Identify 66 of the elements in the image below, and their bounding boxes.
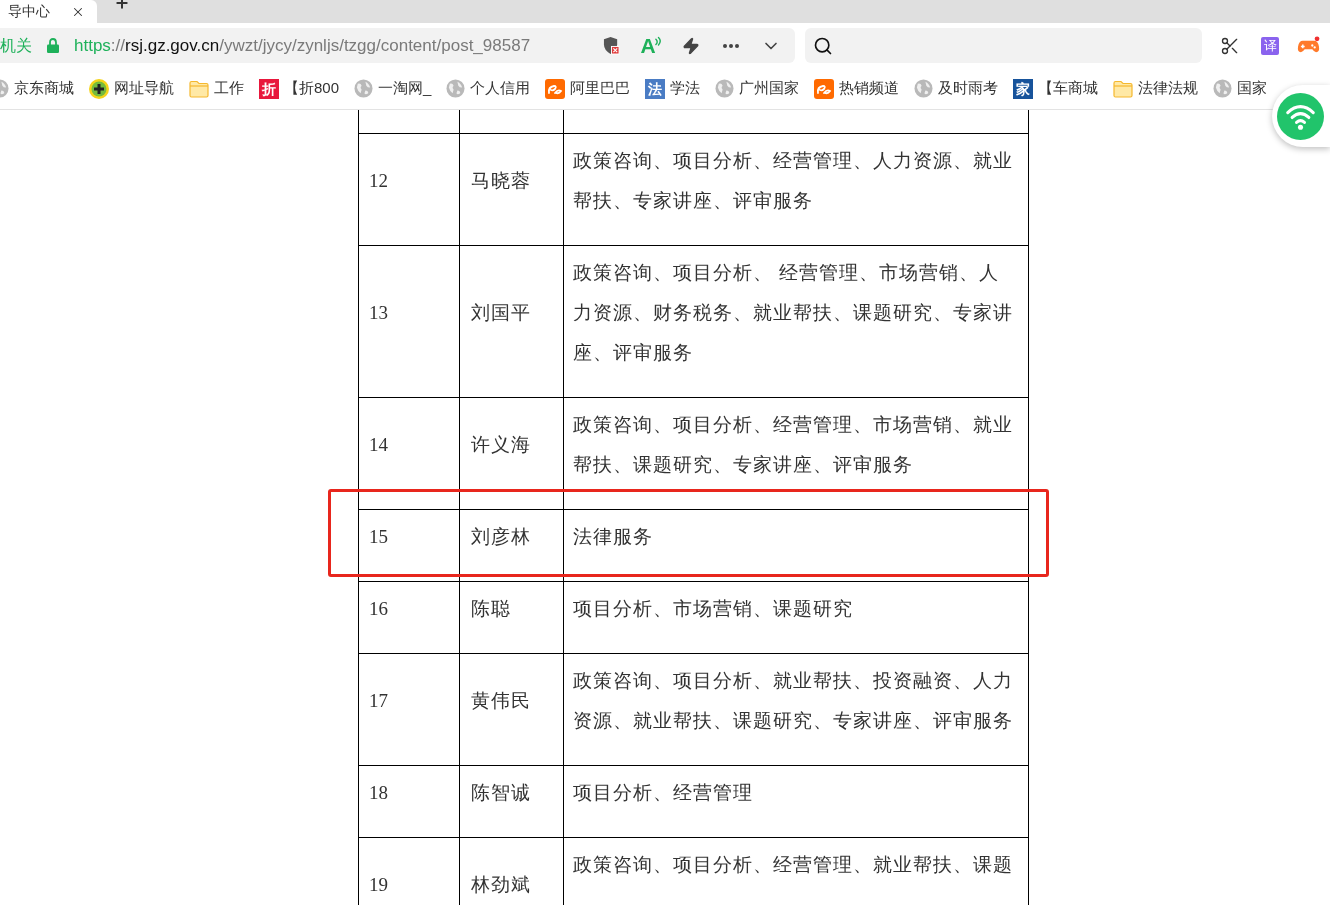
services-cell: 政策咨询、项目分析、经营管理、市场营销、就业帮扶、课题研究、专家讲座、评审服务 bbox=[564, 398, 1029, 510]
bookmark-item[interactable]: 阿里巴巴 bbox=[545, 77, 631, 100]
bookmark-item[interactable]: 个人信用 bbox=[446, 77, 531, 100]
number-cell: 16 bbox=[358, 582, 460, 654]
services-cell: 政策咨询、项目分析、 经营管理、市场营销、人力资源、财务税务、就业帮扶、课题研究、专家讲座、评审服务 bbox=[564, 246, 1029, 398]
translate-button[interactable]: 译 bbox=[1261, 36, 1279, 55]
name-cell: 陈聪 bbox=[460, 582, 564, 654]
scissors-icon[interactable] bbox=[1220, 35, 1240, 56]
letter-badge-icon: 家 bbox=[1013, 78, 1034, 99]
services-cell: 政策咨询、项目分析、经营管理、就业帮扶、课题 bbox=[564, 838, 1029, 905]
bookmark-item[interactable]: 一淘网_ bbox=[354, 77, 432, 100]
number-cell: 18 bbox=[358, 766, 460, 838]
bookmark-item[interactable]: 法律法规 bbox=[1113, 77, 1199, 100]
bookmark-item[interactable]: 广州国家 bbox=[715, 77, 800, 100]
globe-icon bbox=[446, 79, 466, 98]
number-cell: 19 bbox=[358, 838, 460, 905]
bookmark-item[interactable]: 折 【折800 bbox=[259, 77, 340, 100]
shield-blocked-icon bbox=[602, 36, 620, 55]
name-cell: 黄伟民 bbox=[460, 654, 564, 766]
signal-waves-icon bbox=[654, 35, 662, 46]
number-cell: 14 bbox=[358, 398, 460, 510]
name-cell: 马晓蓉 bbox=[460, 134, 564, 246]
services-cell: 政策咨询、项目分析、经营管理、人力资源、就业帮扶、专家讲座、评审服务 bbox=[564, 134, 1029, 246]
search-icon bbox=[813, 35, 833, 56]
name-cell: 许义海 bbox=[460, 398, 564, 510]
globe-icon bbox=[1213, 79, 1233, 98]
more-icon bbox=[723, 43, 739, 48]
address-bar[interactable]: 机关 https://rsj.gz.gov.cn/ywzt/jycy/zynljs/tzgg/content/post_98587 A bbox=[0, 28, 795, 63]
name-cell: 陈智诚 bbox=[460, 766, 564, 838]
services-cell: 项目分析、市场营销、课题研究 bbox=[564, 582, 1029, 654]
number-cell: 15 bbox=[358, 510, 460, 582]
number-cell: 12 bbox=[358, 134, 460, 246]
search-field[interactable] bbox=[805, 28, 1202, 63]
swirl-logo-icon bbox=[814, 78, 835, 99]
services-cell: 法律服务 bbox=[564, 510, 1029, 582]
url-text: https://rsj.gz.gov.cn/ywzt/jycy/zynljs/tzgg/content/post_98587 bbox=[74, 34, 531, 57]
game-controller-icon[interactable] bbox=[1297, 36, 1320, 55]
name-cell: 林劲斌 bbox=[460, 838, 564, 905]
bookmark-item[interactable]: 国家 bbox=[1213, 77, 1268, 100]
services-cell: 项目分析、经营管理 bbox=[564, 766, 1029, 838]
bookmark-item[interactable]: 网址导航 bbox=[89, 77, 174, 100]
bookmark-item[interactable]: 工作 bbox=[189, 77, 244, 100]
name-cell: 刘国平 bbox=[460, 246, 564, 398]
services-cell: 政策咨询、项目分析、就业帮扶、投资融资、人力资源、就业帮扶、课题研究、专家讲座、评审服务 bbox=[564, 654, 1029, 766]
swirl-logo-icon bbox=[545, 78, 566, 99]
letter-badge-icon: 折 bbox=[259, 78, 279, 99]
number-cell: 17 bbox=[358, 654, 460, 766]
lock-icon bbox=[47, 38, 59, 53]
wifi-icon bbox=[1277, 92, 1324, 140]
letter-badge-icon: 法 bbox=[645, 78, 666, 99]
globe-icon bbox=[354, 79, 374, 98]
lightning-icon bbox=[682, 36, 700, 55]
name-cell: 刘彦林 bbox=[460, 510, 564, 582]
folder-icon bbox=[189, 79, 209, 98]
number-cell: 13 bbox=[358, 246, 460, 398]
bookmark-item[interactable]: 法 学法 bbox=[645, 77, 701, 100]
folder-icon bbox=[1113, 79, 1134, 98]
browser-tab[interactable]: 导中心 bbox=[0, 0, 97, 23]
globe-icon bbox=[715, 79, 735, 98]
globe-icon bbox=[914, 79, 934, 98]
site-name: 机关 bbox=[0, 35, 32, 56]
bookmark-item[interactable]: 京东商城 bbox=[0, 77, 74, 100]
bookmark-item[interactable]: 热销频道 bbox=[814, 77, 900, 100]
bookmark-item[interactable]: 家 【车商城 bbox=[1013, 77, 1099, 100]
plus-circle-icon bbox=[89, 78, 109, 99]
bookmark-item[interactable]: 及时雨考 bbox=[914, 77, 999, 100]
